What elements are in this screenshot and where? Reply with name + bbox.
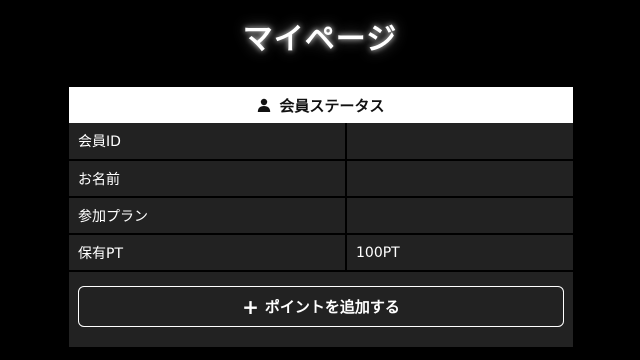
table-row: 参加プラン [69,197,573,235]
member-status-table: 会員ID お名前 参加プラン 保有PT 100PT [69,123,573,272]
table-row: 会員ID [69,123,573,161]
name-label: お名前 [69,160,347,198]
add-points-button[interactable]: + ポイントを追加する [78,286,564,327]
page-title: マイページ [242,22,398,57]
name-value [346,160,573,198]
points-value: 100PT [346,234,573,272]
member-status-header: 会員ステータス [69,87,573,123]
member-status-title: 会員ステータス [279,96,385,115]
plan-value [346,197,573,235]
table-row: 保有PT 100PT [69,234,573,272]
member-id-value [346,123,573,161]
member-status-card: 会員ステータス 会員ID お名前 参加プラン 保有PT 100PT + ポイント… [69,87,573,347]
plan-label: 参加プラン [69,197,347,235]
add-points-container: + ポイントを追加する [69,272,573,327]
table-row: お名前 [69,160,573,198]
plus-icon: + [242,294,259,319]
user-icon [258,98,271,112]
points-label: 保有PT [69,234,347,272]
member-id-label: 会員ID [69,123,347,161]
add-points-label: ポイントを追加する [264,298,400,316]
